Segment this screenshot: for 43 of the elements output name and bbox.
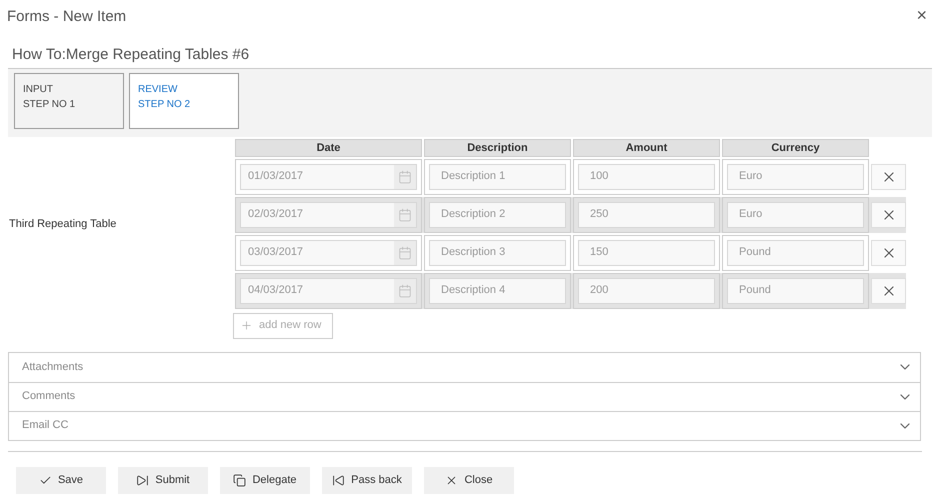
column-header: Description (424, 138, 571, 156)
column-header: Date (235, 138, 422, 156)
table-label: Third Repeating Table (9, 217, 116, 232)
add-row-button[interactable]: add new row (233, 312, 333, 338)
accordion-section[interactable]: Attachments (9, 352, 920, 382)
delete-row-button[interactable] (871, 240, 906, 266)
delete-row-button[interactable] (871, 164, 906, 190)
accordion-section[interactable]: Email CC (9, 410, 920, 440)
input-field[interactable]: Description 4 (429, 278, 566, 304)
date-field[interactable]: 03/03/2017 (240, 240, 417, 266)
close-button[interactable]: × (916, 6, 927, 24)
input-field[interactable]: Pound (727, 240, 864, 266)
plus-icon (240, 319, 253, 332)
delete-row-button[interactable] (871, 202, 906, 228)
date-field[interactable]: 02/03/2017 (240, 202, 417, 228)
input-field[interactable]: 100 (578, 164, 715, 190)
date-field[interactable]: 01/03/2017 (240, 164, 417, 190)
step-tab[interactable]: REVIEW STEP NO 2 (129, 72, 239, 128)
input-field[interactable]: 250 (578, 202, 715, 228)
action-button[interactable]: Pass back (322, 466, 412, 494)
input-field[interactable]: Euro (727, 164, 864, 190)
skip-back-icon (332, 474, 346, 486)
input-field[interactable]: Euro (727, 202, 864, 228)
form-title: How To:Merge Repeating Tables #6 (12, 46, 250, 62)
input-field[interactable]: Pound (727, 278, 864, 304)
input-field[interactable]: Description 1 (429, 164, 566, 190)
action-button[interactable]: Submit (118, 466, 208, 494)
date-field[interactable]: 04/03/2017 (240, 278, 417, 304)
column-header: Currency (722, 138, 869, 156)
action-button[interactable]: Save (16, 466, 106, 494)
action-button[interactable]: Close (424, 466, 514, 494)
delete-row-button[interactable] (871, 278, 906, 304)
column-header: Amount (573, 138, 720, 156)
step-tab[interactable]: INPUT STEP NO 1 (14, 72, 124, 128)
window-title: Forms - New Item (7, 7, 126, 27)
action-button[interactable]: Delegate (220, 466, 310, 494)
input-field[interactable]: 150 (578, 240, 715, 266)
input-field[interactable]: Description 2 (429, 202, 566, 228)
skip-forward-icon (136, 474, 150, 486)
input-field[interactable]: 200 (578, 278, 715, 304)
copy-icon (233, 474, 246, 486)
accordion-section[interactable]: Comments (9, 382, 920, 410)
input-field[interactable]: Description 3 (429, 240, 566, 266)
